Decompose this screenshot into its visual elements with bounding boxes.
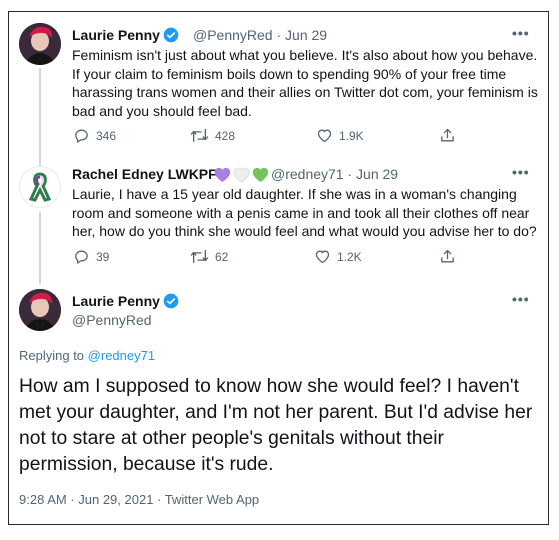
tweet-text: Laurie, I have a 15 year old daughter. I… <box>72 186 537 239</box>
tweet-meta: @redney71 · Jun 29 <box>271 166 398 182</box>
tweet-meta: @PennyRed · Jun 29 <box>193 27 327 43</box>
heart-icon <box>317 129 332 143</box>
author-handle[interactable]: @redney71 <box>271 166 344 182</box>
share-button[interactable] <box>439 248 456 265</box>
author-name-row[interactable]: Laurie Penny <box>72 293 179 309</box>
avatar[interactable] <box>19 289 61 331</box>
heart-emojis <box>214 167 269 183</box>
author-handle[interactable]: @PennyRed <box>193 27 273 43</box>
author-name-row[interactable]: Laurie Penny <box>72 27 179 43</box>
tweet-date[interactable]: Jun 29 <box>356 166 398 182</box>
more-icon[interactable]: ••• <box>512 25 530 41</box>
retweet-count: 62 <box>215 249 229 264</box>
author-name[interactable]: Laurie Penny <box>72 293 160 309</box>
like-button[interactable]: 1.9K <box>316 127 364 144</box>
avatar[interactable] <box>19 23 61 65</box>
tweet-text: Feminism isn't just about what you belie… <box>72 47 538 119</box>
reply-button[interactable]: 346 <box>73 127 116 144</box>
reply-button[interactable]: 39 <box>73 248 109 265</box>
thread-connector <box>39 68 41 166</box>
verified-badge-icon <box>163 27 179 43</box>
reply-count: 39 <box>96 249 110 264</box>
reply-icon <box>75 129 88 143</box>
meta-separator: · <box>347 166 353 182</box>
meta-separator: · <box>276 27 282 43</box>
heart-icon <box>315 250 330 264</box>
tweet-date[interactable]: Jun 29 <box>285 27 327 43</box>
like-count: 1.2K <box>337 249 362 264</box>
retweet-icon <box>190 128 209 143</box>
more-icon[interactable]: ••• <box>512 164 530 180</box>
tweet-thread-frame: Laurie Penny @PennyRed · Jun 29 ••• Femi… <box>8 11 549 525</box>
purple-heart-icon <box>214 167 231 183</box>
main-tweet-text: How am I supposed to know how she would … <box>19 376 533 475</box>
replying-handle-link[interactable]: @redney71 <box>88 348 155 363</box>
thread-connector <box>39 212 41 284</box>
verified-badge-icon <box>163 293 179 309</box>
tweet-timestamp[interactable]: 9:28 AM · Jun 29, 2021 · Twitter Web App <box>19 492 259 507</box>
share-button[interactable] <box>439 127 456 144</box>
author-handle[interactable]: @PennyRed <box>72 312 152 328</box>
green-heart-icon <box>252 167 269 183</box>
author-name[interactable]: Rachel Edney LWKPF <box>72 166 217 182</box>
retweet-button[interactable]: 62 <box>190 248 228 265</box>
reply-icon <box>75 250 88 264</box>
retweet-count: 428 <box>215 128 236 143</box>
reply-count: 346 <box>96 128 117 143</box>
like-button[interactable]: 1.2K <box>314 248 362 265</box>
retweet-button[interactable]: 428 <box>190 127 235 144</box>
share-icon <box>441 128 454 142</box>
share-icon <box>441 249 454 263</box>
author-name[interactable]: Laurie Penny <box>72 27 160 43</box>
white-heart-icon <box>233 167 250 183</box>
avatar[interactable] <box>19 166 61 208</box>
like-count: 1.9K <box>339 128 364 143</box>
retweet-icon <box>190 249 209 264</box>
replying-prefix: Replying to <box>19 348 85 363</box>
replying-to: Replying to @redney71 <box>19 348 155 363</box>
more-icon[interactable]: ••• <box>512 291 530 307</box>
